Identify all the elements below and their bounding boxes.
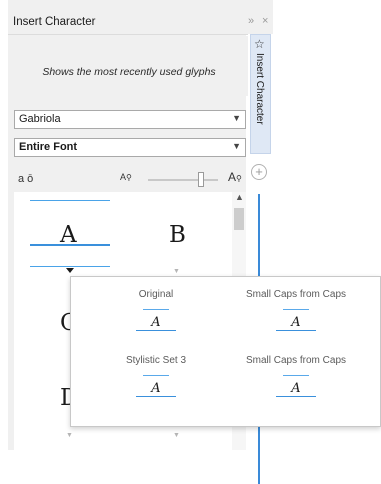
zoom-out-icon[interactable]: A⚲ bbox=[120, 172, 132, 182]
selected-guide-bottom bbox=[30, 266, 110, 267]
alternate-stylistic-set-3[interactable]: Stylistic Set 3 A bbox=[91, 355, 221, 415]
alternate-label: Small Caps from Caps bbox=[245, 289, 347, 300]
recent-glyphs-message: Shows the most recently used glyphs bbox=[42, 66, 216, 78]
glyph-toolbar: a ō A⚲ A⚲ bbox=[14, 168, 246, 192]
alternate-label: Small Caps from Caps bbox=[245, 355, 347, 366]
selected-guide-top bbox=[30, 200, 110, 201]
filter-dropdown-value: Entire Font bbox=[19, 141, 78, 153]
alternate-guide bbox=[143, 375, 169, 376]
alternate-baseline bbox=[136, 396, 176, 397]
alternate-baseline bbox=[276, 396, 316, 397]
docker-title-bar: Insert Character » × bbox=[8, 0, 273, 35]
side-tab-label: Insert Character bbox=[254, 53, 265, 125]
alternate-glyph: A bbox=[151, 381, 161, 396]
small-arrow-icon: ▼ bbox=[66, 432, 73, 439]
alternate-glyph: A bbox=[291, 381, 301, 396]
alternate-baseline bbox=[136, 330, 176, 331]
zoom-slider-thumb[interactable] bbox=[198, 172, 204, 187]
chevron-down-icon: ▼ bbox=[232, 113, 241, 123]
star-icon: ☆ bbox=[254, 37, 265, 51]
alternate-guide bbox=[283, 309, 309, 310]
chevron-down-icon: ▼ bbox=[232, 141, 241, 151]
alternate-original[interactable]: Original A bbox=[91, 289, 221, 349]
small-arrow-icon: ▼ bbox=[173, 432, 180, 439]
close-icon[interactable]: × bbox=[262, 15, 268, 27]
font-dropdown-value: Gabriola bbox=[19, 113, 61, 125]
alternates-indicator-icon[interactable] bbox=[66, 268, 74, 273]
alternate-baseline bbox=[276, 330, 316, 331]
glyph-alternates-popup: Original A Small Caps from Caps A Stylis… bbox=[70, 276, 381, 427]
selected-baseline bbox=[30, 244, 110, 246]
scrollbar-thumb[interactable] bbox=[234, 208, 244, 230]
font-dropdown[interactable]: Gabriola ▼ bbox=[14, 110, 246, 129]
glyph-cell[interactable]: B bbox=[169, 222, 186, 248]
alternate-label: Stylistic Set 3 bbox=[125, 355, 187, 366]
zoom-in-icon[interactable]: A⚲ bbox=[228, 170, 242, 184]
alternate-guide bbox=[283, 375, 309, 376]
alternate-glyph: A bbox=[151, 315, 161, 330]
add-tab-icon[interactable]: + bbox=[251, 164, 267, 180]
alternate-glyph: A bbox=[291, 315, 301, 330]
side-tab-insert-character[interactable]: ☆ Insert Character bbox=[250, 34, 271, 154]
glyph-variants-toggle-icon[interactable]: a ō bbox=[18, 173, 33, 185]
scroll-up-icon[interactable]: ▲ bbox=[235, 192, 244, 202]
zoom-slider-track[interactable] bbox=[148, 179, 218, 181]
alternate-guide bbox=[143, 309, 169, 310]
small-arrow-icon: ▼ bbox=[173, 268, 180, 275]
alternate-label: Original bbox=[138, 289, 174, 300]
alternate-small-caps[interactable]: Small Caps from Caps A bbox=[231, 289, 361, 349]
docker-title: Insert Character bbox=[13, 16, 96, 28]
character-filter-dropdown[interactable]: Entire Font ▼ bbox=[14, 138, 246, 157]
collapse-icon[interactable]: » bbox=[248, 15, 254, 27]
recent-glyphs-area: Shows the most recently used glyphs bbox=[10, 36, 248, 96]
alternate-small-caps[interactable]: Small Caps from Caps A bbox=[231, 355, 361, 415]
